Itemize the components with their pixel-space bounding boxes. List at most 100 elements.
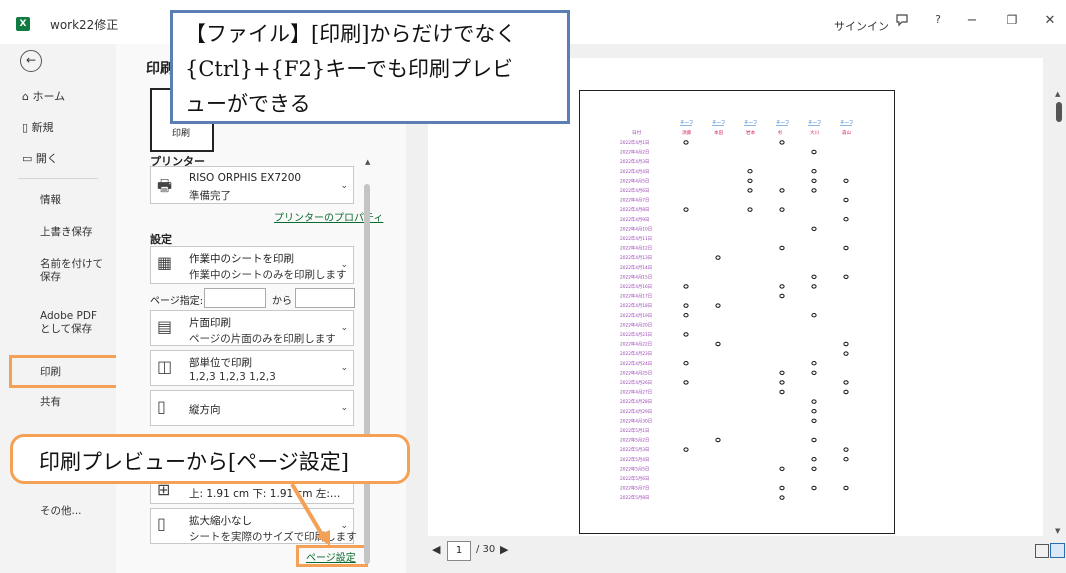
prev-page-icon[interactable]: ◀ [432, 543, 440, 556]
show-margins-icon[interactable] [1035, 544, 1049, 558]
shortcut-callout: 【ファイル】[印刷]からだけでなく {Ctrl}+{F2}キーでも印刷プレビ ュ… [170, 10, 570, 124]
sheet-mark [779, 207, 785, 212]
sides-desc: ページの片面のみを印刷します [189, 333, 336, 345]
sheet-mark [811, 370, 817, 375]
sheet-mark [811, 284, 817, 289]
page-setup-callout: 印刷プレビューから[ページ設定] [10, 434, 410, 484]
sheet-mark [683, 447, 689, 452]
sheet-mark [715, 341, 721, 347]
sheet-date-cell: 2022年4月26日 [620, 379, 652, 386]
sheet-header-top: チーフ [744, 120, 758, 126]
margins-label: 上: 1.91 cm 下: 1.91 cm 左:… [189, 488, 341, 500]
sheet-date-cell: 2022年4月9日 [620, 216, 649, 223]
sheet-mark [779, 380, 785, 385]
printer-name: RISO ORPHIS EX7200 [189, 172, 302, 184]
nav-open[interactable]: ▭ 開く [22, 150, 58, 166]
sheet-mark [683, 284, 689, 289]
sheet-name-header: 須藤 [682, 129, 692, 136]
workbook-title: work22修正 [50, 18, 119, 32]
sheet-date-cell: 2022年4月18日 [620, 302, 652, 309]
sheet-name-header: 本田 [714, 129, 724, 136]
sheet-mark [843, 447, 849, 452]
sheet-mark [811, 409, 817, 414]
sheet-mark [811, 178, 817, 184]
sheet-date-cell: 2022年4月7日 [620, 197, 649, 204]
orientation-select[interactable]: ▯ 縦方向 ⌄ [150, 390, 354, 426]
chevron-down-icon: ⌄ [340, 260, 348, 270]
nav-home[interactable]: ⌂ ホーム [22, 88, 65, 104]
sheet-date-cell: 2022年4月8日 [620, 206, 649, 213]
sheet-mark [811, 466, 817, 471]
sheet-date-cell: 2022年4月10日 [620, 225, 652, 232]
nav-info[interactable]: 情報 [40, 194, 110, 207]
sheet-header-top: チーフ [808, 120, 822, 126]
callout-line-2: {Ctrl}+{F2}キーでも印刷プレビ [185, 57, 513, 81]
close-icon[interactable]: ✕ [1040, 13, 1060, 28]
portrait-icon: ▯ [157, 397, 166, 416]
nav-divider [18, 178, 98, 179]
preview-sheet: チーフ チーフ チーフ チーフ チーフ チーフ日付 須藤 本田 岩本 杉 大川 森山 2022年4月1日… [620, 120, 854, 501]
nav-new[interactable]: ▯ 新規 [22, 119, 54, 135]
printer-icon: 🖶 [157, 176, 173, 195]
signin-link[interactable]: サインイン [834, 18, 889, 34]
page-number-input[interactable]: 1 [447, 541, 471, 561]
settings-heading: 設定 [150, 233, 172, 246]
sheet-date-cell: 2022年4月6日 [620, 187, 649, 194]
preview-scrollbar[interactable] [1052, 90, 1064, 538]
comment-icon[interactable] [892, 13, 912, 31]
sheet-mark [779, 293, 785, 299]
collate-desc: 1,2,3 1,2,3 1,2,3 [189, 371, 276, 383]
sheet-mark [843, 197, 849, 203]
scroll-up-icon[interactable]: ▲ [365, 158, 370, 166]
next-page-icon[interactable]: ▶ [500, 543, 508, 556]
sheet-date-cell: 2022年4月4日 [620, 168, 649, 175]
scroll-up-icon[interactable]: ▲ [1055, 90, 1060, 98]
help-icon[interactable]: ? [928, 13, 948, 26]
sheet-mark [715, 437, 721, 443]
sheet-date-cell: 2022年5月2日 [620, 437, 649, 444]
minimize-icon[interactable]: − [962, 13, 982, 28]
sheet-mark [779, 485, 785, 491]
restore-icon[interactable]: ❐ [1002, 13, 1022, 27]
scaling-select[interactable]: ▯ 拡大縮小なし シートを実際のサイズで印刷します ⌄ [150, 508, 357, 544]
zoom-to-page-icon[interactable] [1050, 543, 1065, 558]
preview-scroll-thumb[interactable] [1056, 102, 1062, 122]
printer-select[interactable]: 🖶 RISO ORPHIS EX7200 準備完了 ⌄ [150, 166, 354, 204]
chevron-down-icon: ⌄ [340, 521, 348, 531]
sheet-date-cell: 2022年4月28日 [620, 398, 652, 405]
nav-more[interactable]: その他... [40, 505, 110, 518]
sheet-scope-select[interactable]: ▦ 作業中のシートを印刷 作業中のシートのみを印刷します ⌄ [150, 246, 354, 284]
sheet-mark [779, 245, 785, 251]
collate-icon: ◫ [157, 357, 173, 376]
sheet-mark [843, 485, 849, 491]
folder-icon: ▭ [22, 152, 33, 165]
pages-from-input[interactable] [204, 288, 266, 308]
sheet-header-top: チーフ [712, 120, 726, 126]
scroll-down-icon[interactable]: ▼ [1055, 527, 1060, 535]
nav-share[interactable]: 共有 [40, 396, 110, 409]
nav-save[interactable]: 上書き保存 [40, 226, 110, 239]
settings-scroll-thumb[interactable] [364, 184, 370, 564]
nav-open-label: 開く [35, 152, 58, 165]
sheet-mark [811, 485, 817, 491]
sheet-mark [811, 457, 817, 462]
sides-select[interactable]: ▤ 片面印刷 ページの片面のみを印刷します ⌄ [150, 310, 354, 346]
scaling-label: 拡大縮小なし [189, 515, 252, 527]
collate-select[interactable]: ◫ 部単位で印刷 1,2,3 1,2,3 1,2,3 ⌄ [150, 350, 354, 386]
chevron-down-icon: ⌄ [340, 181, 348, 191]
sheet-date-cell: 2022年4月2日 [620, 149, 649, 156]
sheet-mark [683, 303, 689, 308]
nav-save-pdf[interactable]: Adobe PDF として保存 [40, 310, 110, 336]
sides-label: 片面印刷 [189, 317, 231, 329]
sheet-mark [779, 188, 785, 193]
collate-label: 部単位で印刷 [189, 357, 252, 369]
sheet-mark [843, 351, 849, 356]
page-icon: ▤ [157, 317, 173, 336]
nav-save-as[interactable]: 名前を付けて保存 [40, 258, 110, 284]
back-icon[interactable]: ← [20, 50, 42, 72]
orientation-label: 縦方向 [189, 404, 221, 416]
pages-to-input[interactable] [295, 288, 355, 308]
sheet-mark [843, 457, 849, 462]
sheet-date-header: 日付 [632, 129, 642, 136]
sheet-mark [843, 245, 849, 251]
